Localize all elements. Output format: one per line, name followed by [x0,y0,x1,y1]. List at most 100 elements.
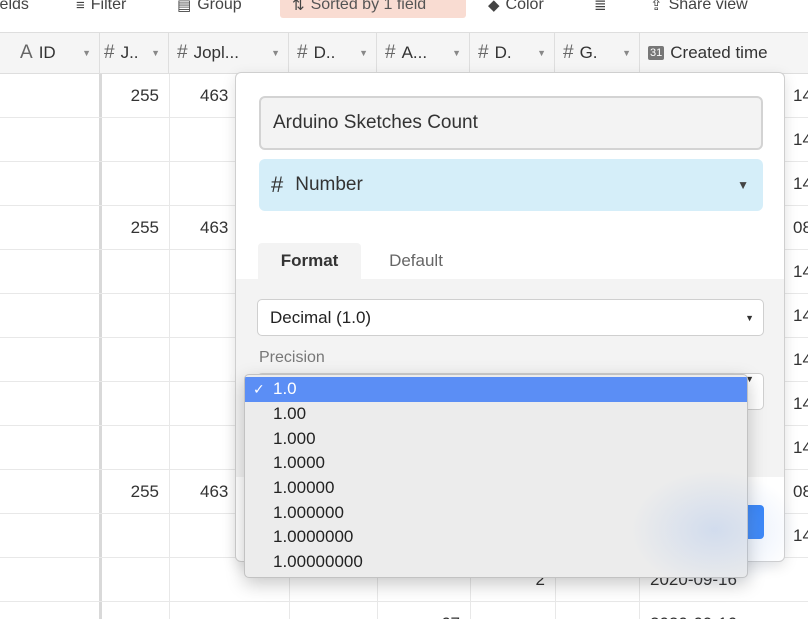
filter-icon: ≡ [76,0,85,14]
column-header-label: ID [38,43,56,62]
number-field-icon: # [385,42,396,63]
cell-j[interactable] [100,294,169,338]
tab-default[interactable]: Default [376,243,456,279]
precision-option-label: 1.00000000 [273,552,363,572]
column-header-created-time[interactable]: 31 Created time [640,33,808,73]
group-button[interactable]: ▤ Group [177,0,242,18]
number-field-icon: # [104,42,115,63]
cell-created-time[interactable]: 08 [793,470,808,514]
cell-d2[interactable]: 67 [370,602,470,619]
cell-j[interactable] [100,602,169,619]
precision-option-label: 1.0 [273,379,297,399]
sort-icon: ⇅ [292,0,305,14]
sort-label: Sorted by 1 field [310,0,427,13]
row-height-button[interactable]: ≣ [594,0,607,18]
column-header-g[interactable]: # G. ▼ [555,33,640,73]
precision-option[interactable]: 1.000000 [245,500,747,525]
cell-created-time[interactable]: 14 [793,426,808,470]
chevron-down-icon[interactable]: ▼ [271,48,280,58]
chevron-down-icon[interactable]: ▼ [537,48,546,58]
share-icon: ⇪ [650,0,663,14]
number-field-icon: # [563,42,574,63]
format-select[interactable]: Decimal (1.0) ▼ [257,299,764,336]
table-row[interactable]: 67 2020-09-16 [0,602,808,619]
config-tabs: Format Default [236,243,784,279]
cell-j[interactable] [100,338,169,382]
cell-j[interactable] [100,250,169,294]
share-view-button[interactable]: ⇪ Share view [650,0,748,18]
chevron-down-icon: ▼ [737,178,749,192]
cell-j[interactable]: 255 [100,470,169,514]
precision-option[interactable]: 1.000 [245,426,747,451]
precision-option-label: 1.000 [273,428,316,448]
column-header-label: Jopl... [193,43,239,62]
cell-created-time[interactable]: 14 [793,514,808,558]
precision-option[interactable]: 1.0000000 [245,525,747,550]
color-label: Color [505,0,544,13]
cell-j[interactable] [100,514,169,558]
precision-option[interactable]: 1.00000000 [245,550,747,575]
number-field-icon: # [177,42,188,63]
sort-button[interactable]: ⇅ Sorted by 1 field [280,0,466,18]
chevron-down-icon[interactable]: ▼ [82,48,91,58]
column-header-d1[interactable]: # D.. ▼ [289,33,377,73]
column-header-label: J.. [120,43,139,62]
column-header-a[interactable]: # A... ▼ [377,33,470,73]
column-header-j[interactable]: # J.. ▼ [100,33,169,73]
calendar-icon: 31 [648,46,665,60]
hide-fields-button[interactable]: ields [0,0,29,18]
column-header-label: D.. [313,43,336,62]
number-field-icon: # [297,42,308,63]
field-name-input[interactable]: Arduino Sketches Count [259,96,763,150]
cell-created-time[interactable]: 14 [793,382,808,426]
share-label: Share view [668,0,748,13]
cell-created-time[interactable]: 14 [793,74,808,118]
number-field-icon: # [271,172,284,197]
cell-jopl[interactable] [200,602,289,619]
precision-label: Precision [259,349,325,366]
cell-created-time[interactable]: 14 [793,250,808,294]
precision-option-label: 1.000000 [273,502,344,522]
color-button[interactable]: ◆ Color [488,0,544,18]
cell-j[interactable]: 255 [100,74,169,118]
cell-created-time[interactable]: 14 [793,294,808,338]
cell-created-time[interactable]: 2020-09-16 [650,602,790,619]
grid-header: A ID ▼ # J.. ▼ # Jopl... ▼ # D.. ▼ # A..… [0,32,808,74]
precision-option[interactable]: 1.00 [245,402,747,427]
column-header-label: A... [401,43,428,62]
hide-fields-label: ields [0,0,29,13]
cell-j[interactable] [100,382,169,426]
chevron-down-icon[interactable]: ▼ [359,48,368,58]
precision-option-label: 1.0000 [273,453,325,473]
cell-j[interactable] [100,426,169,470]
column-header-label: G. [579,43,598,62]
field-type-select[interactable]: # Number ▼ [259,159,763,211]
precision-option[interactable]: 1.00000 [245,476,747,501]
column-header-d2[interactable]: # D. ▼ [470,33,555,73]
chevron-down-icon[interactable]: ▼ [622,48,631,58]
tab-format[interactable]: Format [258,243,361,279]
cell-created-time[interactable]: 14 [793,162,808,206]
cell-j[interactable] [100,558,169,602]
checkmark-icon: ✓ [253,380,265,397]
cell-j[interactable]: 255 [100,206,169,250]
filter-button[interactable]: ≡ Filter [76,0,126,18]
column-header-id[interactable]: A ID ▼ [0,33,100,73]
cell-created-time[interactable]: 14 [793,118,808,162]
group-icon: ▤ [177,0,192,14]
cell-created-time[interactable]: 14 [793,338,808,382]
column-header-label: Created time [670,43,768,62]
cell-created-time[interactable]: 08 [793,206,808,250]
precision-option-label: 1.0000000 [273,527,354,547]
precision-option[interactable]: 1.0000 [245,451,747,476]
precision-option[interactable]: ✓ 1.0 [245,377,747,402]
chevron-down-icon[interactable]: ▼ [151,48,160,58]
column-header-jopl[interactable]: # Jopl... ▼ [169,33,289,73]
column-header-label: D. [494,43,512,62]
cell-j[interactable] [100,162,169,206]
cell-j[interactable] [100,118,169,162]
chevron-down-icon[interactable]: ▼ [452,48,461,58]
field-type-label: Number [295,174,363,195]
chevron-down-icon: ▼ [745,312,754,323]
text-field-icon: A [20,42,33,63]
